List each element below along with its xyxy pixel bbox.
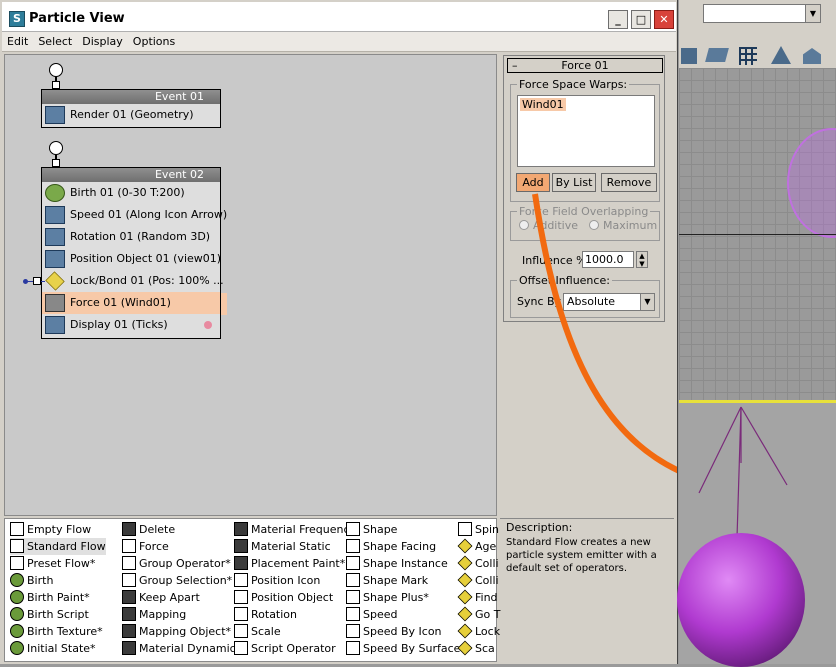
chevron-down-icon[interactable]: ▼ (805, 5, 820, 22)
perspective-viewport[interactable] (677, 400, 836, 667)
sphere-wireframe[interactable] (787, 128, 836, 238)
top-viewport[interactable] (679, 68, 836, 400)
arrow-path (532, 193, 677, 474)
max-toolbar: ▼ (679, 0, 836, 42)
pyramid-icon[interactable] (771, 46, 791, 64)
plane-icon[interactable] (705, 48, 729, 62)
viewport-3d[interactable]: ▼ (677, 0, 836, 667)
sphere-object[interactable] (677, 533, 805, 667)
toolbar-dropdown[interactable]: ▼ (703, 4, 821, 23)
viewport-axis-line (679, 234, 836, 235)
box-icon[interactable] (681, 48, 697, 64)
grid-icon[interactable] (739, 47, 757, 65)
shape-icon[interactable] (803, 48, 821, 64)
create-toolbar (679, 42, 836, 68)
annotation-arrow (532, 193, 677, 474)
particle-view-window: S Particle View _ □ ✕ Edit Select Display O… (0, 0, 678, 664)
